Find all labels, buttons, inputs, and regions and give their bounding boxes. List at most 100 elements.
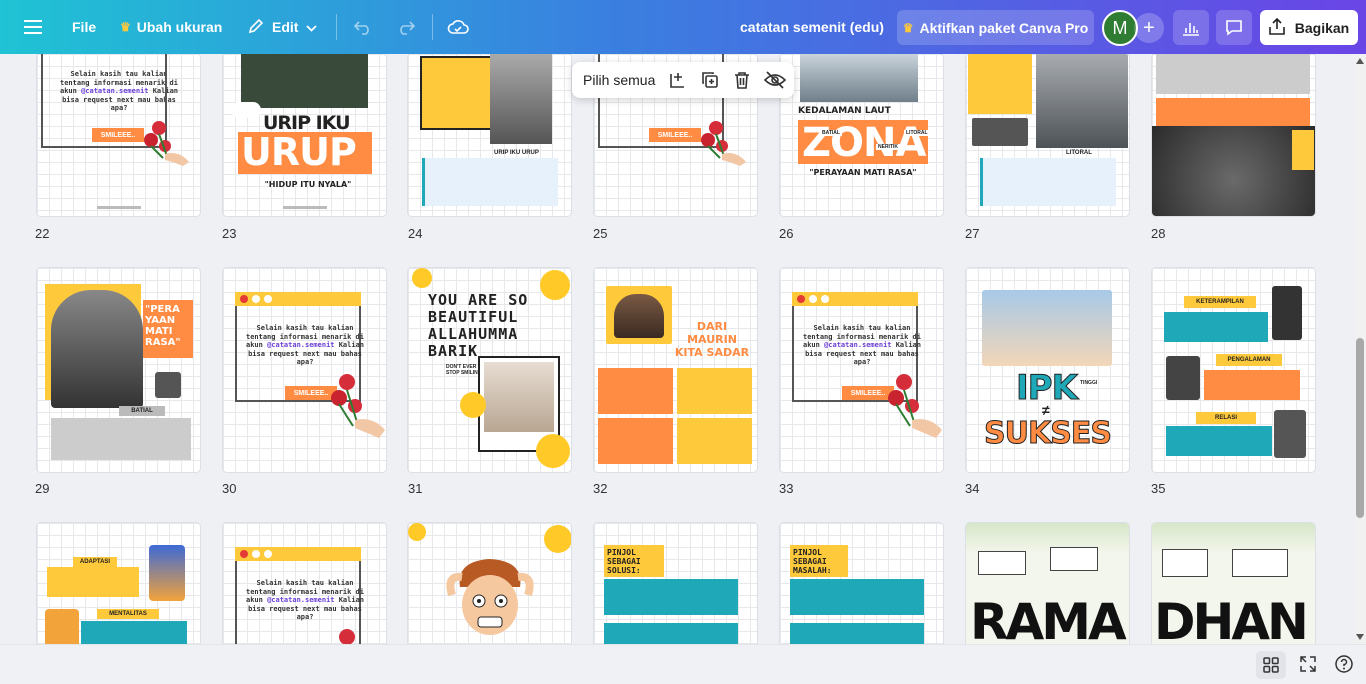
- page-thumbnail-34[interactable]: IPK TINGGI ≠ SUKSES: [966, 268, 1129, 472]
- batial-tag: BATIAL: [119, 406, 165, 416]
- fullscreen-icon[interactable]: [1300, 656, 1316, 677]
- photo-woman: [484, 362, 554, 432]
- page-thumbnail-30[interactable]: Selain kasih tau kalian tentang informas…: [223, 268, 386, 472]
- text-block: [422, 158, 558, 206]
- page-number: 23: [222, 226, 237, 241]
- illustration-students: [982, 290, 1112, 366]
- add-page-icon[interactable]: [668, 70, 688, 95]
- info-text: Selain kasih tau kalian tentang informas…: [802, 324, 922, 367]
- page-thumbnail-28[interactable]: [1152, 54, 1315, 216]
- photo-man: [1166, 356, 1200, 400]
- tip-card: [677, 368, 752, 414]
- footer-handle: [97, 206, 141, 209]
- page-thumbnail-38[interactable]: [408, 523, 571, 653]
- bird-icon: [231, 102, 261, 118]
- dot-icon: [264, 295, 272, 303]
- trash-icon[interactable]: [733, 70, 751, 95]
- scrollbar-thumb[interactable]: [1356, 338, 1364, 518]
- page-thumbnail-35[interactable]: KETERAMPILAN PENGALAMAN RELASI: [1152, 268, 1315, 472]
- handle-text: @catatan.semenit: [267, 341, 335, 349]
- page-thumbnail-29[interactable]: "PERA YAAN MATI RASA" BATIAL: [37, 268, 200, 472]
- avatar[interactable]: M: [1102, 10, 1138, 46]
- note-card: [1162, 549, 1208, 577]
- scroll-up-icon[interactable]: [1356, 58, 1364, 64]
- analytics-icon[interactable]: [1173, 10, 1209, 45]
- pengalaman-tag: PENGALAMAN: [1216, 354, 1282, 366]
- page-number: 30: [222, 481, 237, 496]
- pencil-icon: [248, 18, 264, 37]
- zona-subtitle: "PERAYAAN MATI RASA": [809, 168, 917, 177]
- cloud-sync-icon[interactable]: [447, 0, 469, 54]
- page-thumbnail-26[interactable]: KEDALAMAN LAUT ZONA BATIAL NERITIK LITOR…: [780, 54, 943, 216]
- stressed-person-illustration: [446, 555, 534, 653]
- emoji-icon: [460, 392, 486, 418]
- grid-view-icon[interactable]: [1256, 651, 1286, 679]
- rose-hand-image: [327, 368, 385, 438]
- duplicate-icon[interactable]: [700, 70, 720, 95]
- page-thumbnail-33[interactable]: Selain kasih tau kalian tentang informas…: [780, 268, 943, 472]
- hide-page-icon[interactable]: [763, 70, 787, 95]
- page-thumbnail-37[interactable]: Selain kasih tau kalian tentang informas…: [223, 523, 386, 653]
- emoji-icon: [408, 523, 426, 541]
- page-thumbnail-23[interactable]: URIP IKU URUP "HIDUP ITU NYALA": [223, 54, 386, 216]
- pro-upgrade-button[interactable]: ♛ Aktifkan paket Canva Pro: [897, 10, 1094, 45]
- text-block: [47, 567, 139, 597]
- help-icon[interactable]: [1335, 655, 1353, 678]
- mentalitas-tag: MENTALITAS: [97, 609, 159, 619]
- zona-label-litoral: LITORAL: [904, 130, 930, 136]
- page-number: 29: [35, 481, 50, 496]
- scroll-down-icon[interactable]: [1356, 634, 1364, 640]
- edit-menu[interactable]: Edit: [248, 0, 318, 54]
- tip-card: [677, 418, 752, 464]
- accent-strip: [1292, 130, 1314, 170]
- file-menu[interactable]: File: [72, 0, 96, 54]
- upload-icon: [1268, 17, 1285, 38]
- dot-icon: [264, 550, 272, 558]
- beautiful-title: YOU ARE SO BEAUTIFUL ALLAHUMMA BARIK: [428, 291, 529, 360]
- photo-man: [1274, 410, 1306, 458]
- page-thumbnail-24[interactable]: URIP IKU URUP: [408, 54, 571, 216]
- undo-icon[interactable]: [353, 0, 373, 54]
- rose-hand-image: [696, 116, 746, 166]
- decorative-header: [966, 523, 1129, 553]
- text-block: [604, 579, 738, 615]
- add-collaborator-icon[interactable]: +: [1134, 13, 1164, 43]
- page-thumbnail-41[interactable]: RAMA: [966, 523, 1129, 653]
- document-title[interactable]: catatan semenit (edu): [740, 0, 884, 54]
- share-label: Bagikan: [1294, 19, 1350, 36]
- page-thumbnail-40[interactable]: PINJOL SEBAGAI MASALAH:: [780, 523, 943, 653]
- chevron-down-icon: [306, 19, 318, 35]
- tip-card: [598, 368, 673, 414]
- select-all-button[interactable]: Pilih semua: [583, 72, 655, 88]
- dot-icon: [821, 295, 829, 303]
- dot-icon: [252, 550, 260, 558]
- dhan-word: DHAN: [1154, 593, 1309, 651]
- page-thumbnail-31[interactable]: YOU ARE SO BEAUTIFUL ALLAHUMMA BARIK DON…: [408, 268, 571, 472]
- share-button[interactable]: Bagikan: [1260, 10, 1358, 45]
- dot-icon: [252, 295, 260, 303]
- page-thumbnail-39[interactable]: PINJOL SEBAGAI SOLUSI:: [594, 523, 757, 653]
- toolbar-divider: [336, 14, 337, 40]
- page-number: 25: [593, 226, 608, 241]
- text-block: [790, 579, 924, 615]
- page-thumbnail-27[interactable]: LITORAL: [966, 54, 1129, 216]
- dot-icon: [240, 550, 248, 558]
- text-block: [1156, 54, 1310, 94]
- handle-text: @catatan.semenit: [267, 596, 335, 604]
- resize-button[interactable]: ♛ Ubah ukuran: [120, 0, 222, 54]
- rose-hand-image: [139, 116, 189, 166]
- menu-icon[interactable]: [24, 0, 42, 54]
- page-thumbnail-32[interactable]: DARI MAURIN KITA SADAR: [594, 268, 757, 472]
- emoji-icon: [544, 525, 571, 553]
- pages-grid: Selain kasih tau kalian tentang informas…: [0, 54, 1366, 684]
- redo-icon[interactable]: [396, 0, 416, 54]
- maurin-title: DARI MAURIN KITA SADAR: [674, 320, 750, 359]
- page-thumbnail-42[interactable]: DHAN: [1152, 523, 1315, 653]
- page-thumbnail-36[interactable]: ADAPTASI MENTALITAS: [37, 523, 200, 653]
- emoji-icon: [412, 268, 432, 288]
- photo-man: [51, 290, 143, 408]
- photo-man: [1036, 54, 1128, 148]
- page-thumbnail-22[interactable]: Selain kasih tau kalian tentang informas…: [37, 54, 200, 216]
- comment-icon[interactable]: [1216, 10, 1252, 45]
- zona-label-batial: BATIAL: [820, 130, 842, 136]
